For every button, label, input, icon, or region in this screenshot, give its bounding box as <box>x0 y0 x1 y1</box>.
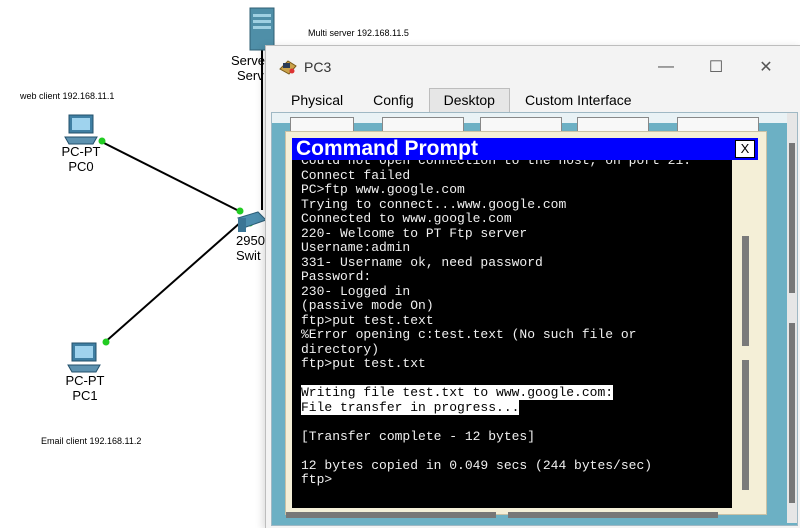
desktop-panel: Command Prompt X Could not open connecti… <box>271 112 798 526</box>
terminal-line: Username:admin <box>301 240 691 256</box>
terminal-line-text: ftp>put test.text <box>301 312 434 328</box>
pc0-computer-icon[interactable] <box>62 113 100 147</box>
terminal-line: 230- Logged in <box>301 283 691 300</box>
horizontal-scrollbar-segment[interactable] <box>508 512 718 518</box>
terminal-line: 12 bytes copied in 0.049 secs (244 bytes… <box>301 457 691 474</box>
tab-physical[interactable]: Physical <box>276 88 359 113</box>
close-button[interactable]: ✕ <box>748 54 784 80</box>
terminal-scrollbar[interactable] <box>736 160 758 508</box>
terminal-line-text: 230- Logged in <box>301 283 411 299</box>
window-titlebar[interactable]: PC3 — ☐ ✕ <box>266 46 800 88</box>
tab-custom-interface[interactable]: Custom Interface <box>509 88 647 113</box>
terminal-lines: Could not open connection to the host, o… <box>301 160 691 488</box>
server-icon[interactable] <box>249 7 275 51</box>
port-light-pc1 <box>102 338 110 346</box>
terminal-output[interactable]: Could not open connection to the host, o… <box>292 160 732 508</box>
terminal-line: Connect failed <box>301 167 691 184</box>
terminal-scrollbar-track-segment[interactable] <box>742 360 749 490</box>
pc3-window[interactable]: PC3 — ☐ ✕ Physical Config Desktop Custom… <box>265 45 800 528</box>
command-prompt-title: Command Prompt <box>296 137 479 160</box>
terminal-line-text: PC>ftp www.google.com <box>301 182 465 197</box>
terminal-line: [Transfer complete - 12 bytes] <box>301 428 691 445</box>
pc1-annotation: Email client 192.168.11.2 <box>41 436 142 446</box>
terminal-line: Writing file test.txt to www.google.com: <box>301 385 691 401</box>
terminal-line-text: %Error opening c:test.text (No such file… <box>301 327 637 342</box>
command-prompt-close-button[interactable]: X <box>735 140 755 158</box>
terminal-line: Trying to connect...www.google.com <box>301 196 691 213</box>
terminal-scrollbar-thumb[interactable] <box>742 236 749 346</box>
window-title: PC3 <box>304 59 332 75</box>
maximize-button[interactable]: ☐ <box>698 54 734 80</box>
terminal-line-text: Password: <box>301 269 372 284</box>
switch-icon[interactable] <box>237 211 267 232</box>
terminal-line-text: 12 bytes copied in 0.049 secs (244 bytes… <box>301 457 653 473</box>
link-pc1-switch[interactable] <box>103 221 242 344</box>
terminal-line: directory) <box>301 341 691 358</box>
pc1-label: PC-PT PC1 <box>58 373 112 403</box>
terminal-line-text: [Transfer complete - 12 bytes] <box>301 428 536 444</box>
pc1-computer-icon[interactable] <box>65 341 103 375</box>
packet-tracer-app-icon <box>279 60 297 75</box>
terminal-line-text: ftp> <box>301 472 333 487</box>
command-prompt-titlebar[interactable]: Command Prompt X <box>292 137 758 160</box>
server-annotation: Multi server 192.168.11.5 <box>308 28 409 38</box>
terminal-line: ftp>put test.text <box>301 312 691 329</box>
pc0-label: PC-PT PC0 <box>54 144 108 174</box>
pc0-annotation: web client 192.168.11.1 <box>20 91 115 101</box>
minimize-button[interactable]: — <box>648 54 684 80</box>
terminal-line-text: File transfer in progress... <box>301 399 520 415</box>
terminal-line-text: Trying to connect...www.google.com <box>301 196 567 212</box>
terminal-line-text: 220- Welcome to PT Ftp server <box>301 225 528 241</box>
link-pc0-switch[interactable] <box>99 140 242 213</box>
terminal-line-text: directory) <box>301 341 380 357</box>
terminal-line: Connected to www.google.com <box>301 211 691 227</box>
terminal-line-text: Username:admin <box>301 240 411 255</box>
terminal-line: File transfer in progress... <box>301 399 691 416</box>
terminal-line: Password: <box>301 269 691 285</box>
desktop-scrollbar-thumb[interactable] <box>789 143 795 293</box>
terminal-line: (passive mode On) <box>301 298 691 314</box>
desktop-scrollbar-segment[interactable] <box>789 323 795 503</box>
port-light-switch-a <box>236 207 244 215</box>
window-tabs: Physical Config Desktop Custom Interface <box>276 88 647 113</box>
terminal-line: ftp>put test.txt <box>301 356 691 372</box>
terminal-line: 220- Welcome to PT Ftp server <box>301 225 691 242</box>
tab-config[interactable]: Config <box>358 88 429 113</box>
terminal-line-text: (passive mode On) <box>301 298 434 313</box>
terminal-line-text: Writing file test.txt to www.google.com: <box>301 385 614 400</box>
command-prompt-window[interactable]: Command Prompt X Could not open connecti… <box>285 131 767 515</box>
pc0-name-text: PC0 <box>68 159 94 174</box>
terminal-line-text: 331- Username ok, need password <box>301 254 543 270</box>
terminal-line: %Error opening c:test.text (No such file… <box>301 327 691 343</box>
terminal-line: ftp> <box>301 472 691 488</box>
tab-desktop[interactable]: Desktop <box>428 88 510 113</box>
desktop-vertical-scrollbar[interactable] <box>787 113 797 523</box>
terminal-line-text: Connected to www.google.com <box>301 211 512 226</box>
terminal-line: PC>ftp www.google.com <box>301 182 691 198</box>
pc1-name-text: PC1 <box>72 388 98 403</box>
pc0-model-text: PC-PT <box>61 144 101 159</box>
desktop-horizontal-scrollbar[interactable] <box>286 512 726 520</box>
horizontal-scrollbar-thumb[interactable] <box>286 512 496 518</box>
terminal-line-text: Connect failed <box>301 167 411 183</box>
terminal-line-text: ftp>put test.txt <box>301 356 426 371</box>
pc1-model-text: PC-PT <box>65 373 105 388</box>
terminal-line: 331- Username ok, need password <box>301 254 691 271</box>
